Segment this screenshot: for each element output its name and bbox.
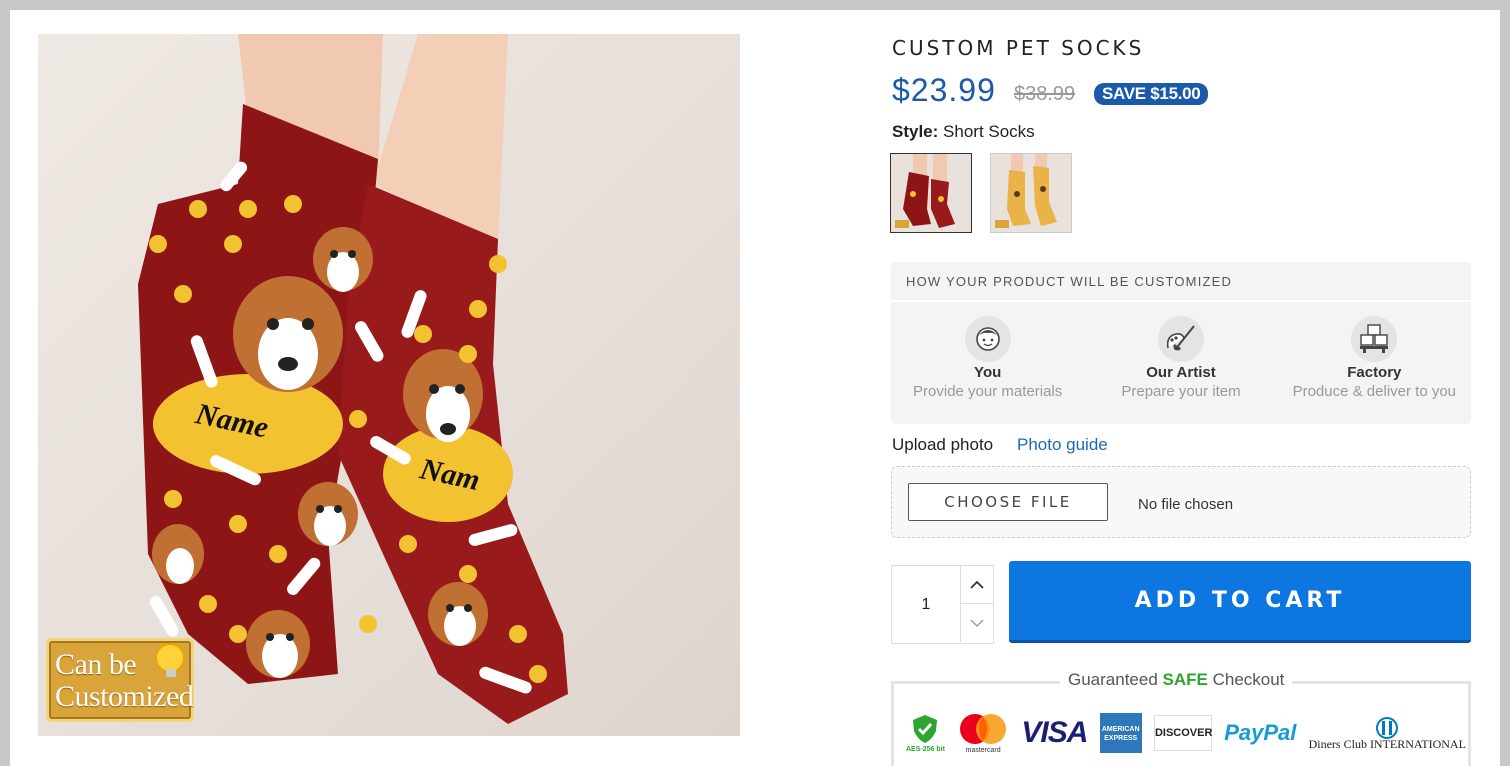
- customizable-badge: Can be Customized: [46, 638, 194, 722]
- user-icon: [964, 316, 1011, 362]
- amex-icon: AMERICAN EXPRESS: [1099, 710, 1142, 756]
- upload-photo-label: Upload photo: [892, 435, 994, 454]
- boxes-icon: [1351, 316, 1398, 362]
- product-image[interactable]: Name Nam Can be Customized: [38, 34, 740, 736]
- dog-face: [152, 524, 204, 584]
- style-swatch-long-socks[interactable]: [990, 153, 1072, 233]
- customization-steps: You Provide your materials Our Artist Pr…: [891, 302, 1471, 400]
- step-desc: Produce & deliver to you: [1292, 383, 1457, 400]
- checkout-title-suffix: Checkout: [1207, 670, 1285, 689]
- dog-face: [428, 582, 488, 646]
- quantity-input[interactable]: 1: [892, 566, 960, 643]
- page-frame: Name Nam Can be Customized CUSTOM PET SO…: [10, 10, 1500, 766]
- original-price: $38.99: [1014, 83, 1076, 105]
- mastercard-label: mastercard: [965, 746, 1001, 754]
- customization-panel: HOW YOUR PRODUCT WILL BE CUSTOMIZED You …: [891, 262, 1471, 424]
- payment-methods: AES-256 bit mastercard VISA AMERICAN EXP…: [906, 708, 1466, 758]
- file-status: No file chosen: [1138, 496, 1234, 513]
- aes-label: AES-256 bit: [906, 745, 945, 753]
- dog-face: [246, 610, 310, 678]
- step-factory: Factory Produce & deliver to you: [1284, 316, 1464, 400]
- diners-label: Diners Club INTERNATIONAL: [1308, 736, 1466, 751]
- dog-face: [298, 482, 358, 546]
- paypal-icon: PayPal: [1224, 710, 1296, 756]
- visa-icon: VISA: [1021, 716, 1088, 749]
- diners-club-icon: Diners Club INTERNATIONAL: [1309, 710, 1466, 756]
- lightbulb-icon: [155, 643, 185, 677]
- discover-icon: DISCOVER: [1153, 710, 1212, 756]
- step-name: Our Artist: [1146, 364, 1216, 381]
- checkout-title-prefix: Guaranteed: [1068, 670, 1163, 689]
- quantity-increase-button[interactable]: [960, 566, 993, 604]
- checkout-title-safe: SAFE: [1162, 670, 1208, 689]
- style-label-key: Style:: [892, 122, 939, 141]
- step-name: Factory: [1347, 364, 1402, 381]
- step-name: You: [974, 364, 1002, 381]
- photo-guide-link[interactable]: Photo guide: [1017, 435, 1108, 455]
- style-label: Style: Short Socks: [892, 122, 1035, 142]
- swatch-thumbnail: [891, 154, 971, 232]
- chevron-down-icon: [970, 619, 984, 627]
- step-you: You Provide your materials: [898, 316, 1078, 400]
- customization-heading: HOW YOUR PRODUCT WILL BE CUSTOMIZED: [891, 262, 1471, 302]
- swatch-thumbnail: [991, 154, 1071, 232]
- upload-dropzone[interactable]: CHOOSE FILE No file chosen: [891, 466, 1471, 538]
- mastercard-icon: mastercard: [957, 710, 1009, 756]
- paypal-label: PayPal: [1224, 720, 1297, 745]
- quantity-decrease-button[interactable]: [960, 604, 993, 642]
- dog-face: [233, 276, 343, 392]
- socks-illustration: Name Nam: [138, 34, 568, 724]
- save-badge: SAVE $15.00: [1094, 83, 1209, 105]
- step-desc: Provide your materials: [913, 383, 1063, 400]
- product-title: CUSTOM PET SOCKS: [892, 36, 1145, 60]
- chevron-up-icon: [970, 580, 984, 589]
- quantity-stepper[interactable]: 1: [891, 565, 994, 644]
- current-price: $23.99: [892, 72, 996, 108]
- style-swatch-short-socks[interactable]: [890, 153, 972, 233]
- step-artist: Our Artist Prepare your item: [1091, 316, 1271, 400]
- checkout-title: Guaranteed SAFE Checkout: [1060, 670, 1293, 690]
- style-label-value: Short Socks: [943, 122, 1035, 141]
- choose-file-button[interactable]: CHOOSE FILE: [908, 483, 1108, 521]
- step-desc: Prepare your item: [1121, 383, 1241, 400]
- amex-label: AMERICAN EXPRESS: [1099, 713, 1142, 753]
- brush-icon: [1157, 316, 1204, 362]
- discover-label: DISCOVER: [1153, 715, 1212, 751]
- add-to-cart-button[interactable]: ADD TO CART: [1009, 561, 1471, 643]
- aes-shield-icon: AES-256 bit: [906, 710, 945, 756]
